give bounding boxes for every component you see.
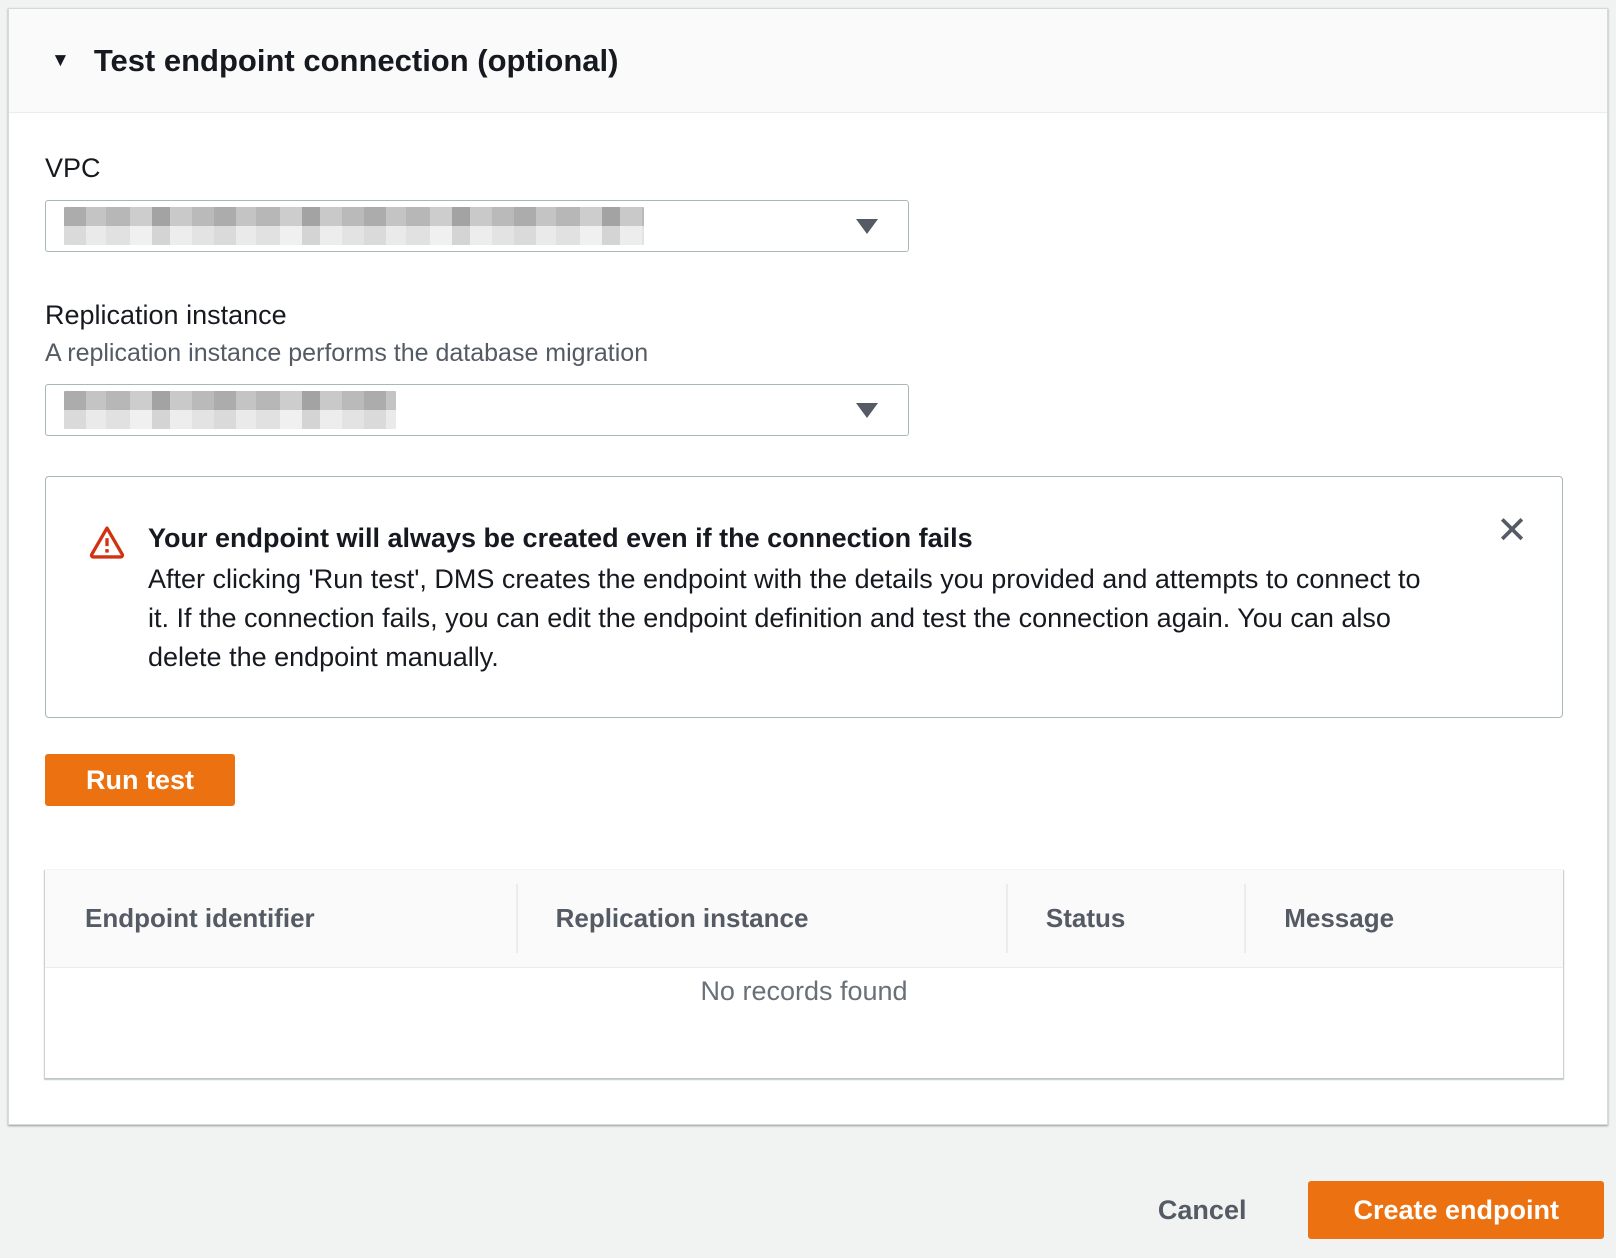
warning-alert: Your endpoint will always be created eve…	[45, 476, 1563, 718]
column-header-message: Message	[1244, 870, 1563, 967]
warning-triangle-icon	[88, 523, 126, 566]
create-endpoint-button[interactable]: Create endpoint	[1308, 1181, 1604, 1239]
test-results-table: Endpoint identifier Replication instance…	[45, 870, 1563, 1078]
replication-instance-select[interactable]	[45, 384, 909, 436]
section-title: Test endpoint connection (optional)	[94, 43, 619, 79]
warning-body-text: After clicking 'Run test', DMS creates t…	[148, 560, 1422, 677]
cancel-button[interactable]: Cancel	[1158, 1195, 1247, 1226]
replication-instance-label: Replication instance	[45, 300, 1563, 331]
run-test-button[interactable]: Run test	[45, 754, 235, 806]
warning-content: Your endpoint will always be created eve…	[148, 521, 1522, 677]
vpc-selected-value-redacted	[64, 207, 644, 245]
table-header-row: Endpoint identifier Replication instance…	[45, 870, 1563, 968]
column-header-endpoint-identifier: Endpoint identifier	[45, 870, 516, 967]
section-header-expander[interactable]: ▼ Test endpoint connection (optional)	[9, 9, 1607, 113]
vpc-select[interactable]	[45, 200, 909, 252]
replication-instance-selected-value-redacted	[64, 391, 396, 429]
vpc-label: VPC	[45, 153, 1563, 184]
section-body: VPC Replication instance A replication i…	[9, 113, 1607, 1124]
column-header-replication-instance: Replication instance	[516, 870, 1006, 967]
close-icon[interactable]: ✕	[1496, 511, 1528, 549]
dropdown-caret-icon	[856, 219, 878, 234]
collapse-caret-icon: ▼	[51, 51, 70, 70]
replication-instance-description: A replication instance performs the data…	[45, 339, 1563, 368]
table-empty-state: No records found	[45, 968, 1563, 1078]
warning-title: Your endpoint will always be created eve…	[148, 521, 1422, 555]
footer-actions: Cancel Create endpoint	[1158, 1181, 1604, 1239]
dropdown-caret-icon	[856, 403, 878, 418]
test-endpoint-connection-panel: ▼ Test endpoint connection (optional) VP…	[8, 8, 1608, 1125]
column-header-status: Status	[1006, 870, 1244, 967]
